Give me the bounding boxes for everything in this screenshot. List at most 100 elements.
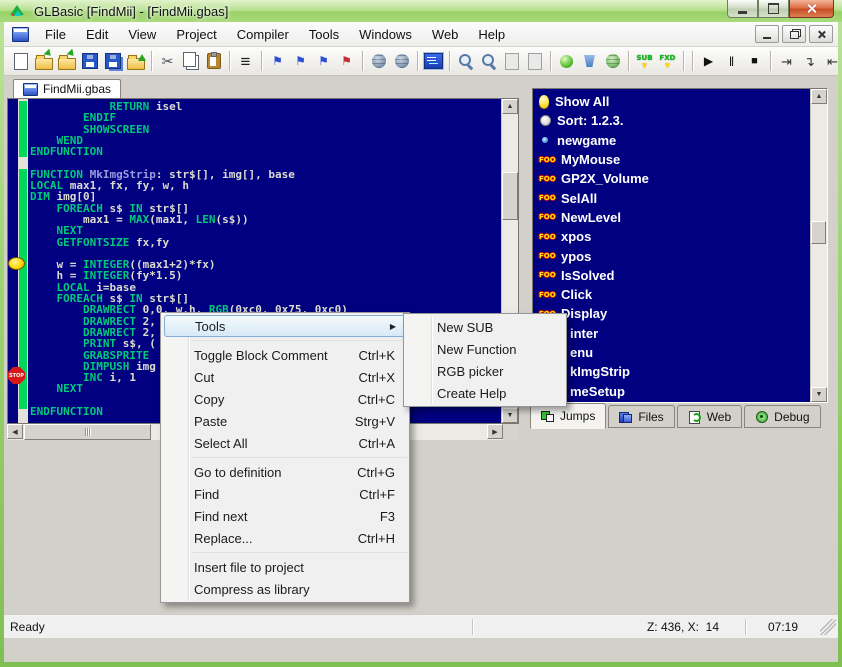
bookmark-marker[interactable] — [8, 257, 25, 270]
cut-button[interactable]: ✂ — [156, 49, 179, 73]
save-button[interactable] — [78, 49, 101, 73]
scroll-down-icon[interactable]: ▼ — [502, 408, 518, 423]
step-into-button[interactable]: ⇥ — [775, 49, 798, 73]
menu-view[interactable]: View — [118, 22, 166, 46]
jump-list-item-mesetup[interactable]: meSetup — [533, 381, 810, 400]
submenu-item-new-sub[interactable]: New SUB — [404, 316, 566, 338]
hscroll-thumb[interactable] — [24, 424, 151, 440]
save-all-button[interactable] — [101, 49, 124, 73]
close-button[interactable] — [789, 0, 834, 18]
goto-function-button[interactable]: FXD▼ — [656, 49, 679, 73]
jumps-scroll-track[interactable] — [811, 104, 827, 387]
open-project-button[interactable] — [55, 49, 78, 73]
jumps-vscrollbar[interactable]: ▲ ▼ — [810, 89, 827, 402]
menu-compiler[interactable]: Compiler — [227, 22, 299, 46]
menu-edit[interactable]: Edit — [76, 22, 118, 46]
context-menu-item-tools[interactable]: Tools▶ — [164, 315, 406, 337]
menu-windows[interactable]: Windows — [349, 22, 422, 46]
bookmark-toggle-button[interactable]: ⚑ — [266, 49, 289, 73]
mdi-minimize-button[interactable] — [755, 25, 779, 43]
context-menu-item-find-next[interactable]: Find nextF3 — [161, 505, 409, 527]
scroll-left-icon[interactable]: ◀ — [7, 424, 23, 439]
goto-sub-button[interactable]: SUB▼ — [633, 49, 656, 73]
menu-file[interactable]: File — [35, 22, 76, 46]
mdi-close-button[interactable] — [809, 25, 833, 43]
vscroll-thumb[interactable] — [502, 172, 518, 220]
bookmark-next-button[interactable]: ⚑ — [289, 49, 312, 73]
bookmark-toggle-icon: ⚑ — [272, 55, 283, 67]
jumps-scroll-thumb[interactable] — [811, 221, 826, 244]
menu-project[interactable]: Project — [166, 22, 226, 46]
jump-list-item-selall[interactable]: FOOSelAll — [533, 188, 810, 207]
jump-list-item-newgame[interactable]: newgame — [533, 131, 810, 150]
scroll-down-icon[interactable]: ▼ — [811, 387, 827, 402]
step-over-button[interactable]: ↴ — [798, 49, 821, 73]
jump-list-item-sort-1-2-3[interactable]: Sort: 1.2.3. — [533, 111, 810, 130]
help-globe-button[interactable] — [367, 49, 390, 73]
context-menu-item-select-all[interactable]: Select AllCtrl+A — [161, 432, 409, 454]
resize-grip[interactable] — [820, 619, 836, 635]
submenu-item-rgb-picker[interactable]: RGB picker — [404, 360, 566, 382]
export-file-button[interactable] — [124, 49, 147, 73]
edit-replace-button[interactable] — [523, 49, 546, 73]
build-web-button[interactable] — [601, 49, 624, 73]
jump-list-item-display[interactable]: FOODisplay — [533, 304, 810, 323]
minimize-button[interactable] — [727, 0, 758, 18]
maximize-button[interactable] — [758, 0, 789, 18]
run-button[interactable]: ▶ — [697, 49, 720, 73]
copy-button[interactable] — [179, 49, 202, 73]
step-out-button[interactable]: ⇤ — [821, 49, 838, 73]
menu-tools[interactable]: Tools — [299, 22, 349, 46]
context-menu-item-toggle-block-comment[interactable]: Toggle Block CommentCtrl+K — [161, 344, 409, 366]
find-next-button[interactable] — [477, 49, 500, 73]
pause-button[interactable]: ‖ — [720, 49, 743, 73]
title-bar[interactable]: GLBasic [FindMii] - [FindMii.gbas] — [0, 0, 842, 22]
find-button[interactable] — [454, 49, 477, 73]
jump-list-item-xpos[interactable]: FOOxpos — [533, 227, 810, 246]
jump-list-item-issolved[interactable]: FOOIsSolved — [533, 266, 810, 285]
panel-tab-debug[interactable]: Debug — [744, 405, 820, 428]
jump-list-item-ypos[interactable]: FOOypos — [533, 246, 810, 265]
stop-button[interactable]: ■ — [743, 49, 766, 73]
context-menu-item-cut[interactable]: CutCtrl+X — [161, 366, 409, 388]
open-file-button[interactable] — [32, 49, 55, 73]
replace-button[interactable] — [500, 49, 523, 73]
scroll-right-icon[interactable]: ▶ — [487, 424, 503, 439]
jump-list-item-kimgstrip[interactable]: kImgStrip — [533, 362, 810, 381]
scroll-up-icon[interactable]: ▲ — [502, 99, 518, 114]
paste-button[interactable] — [202, 49, 225, 73]
build-button[interactable] — [578, 49, 601, 73]
panel-tab-web[interactable]: Web — [677, 405, 742, 428]
run-icon: ▶ — [704, 55, 713, 67]
bookmark-prev-button[interactable]: ⚑ — [312, 49, 335, 73]
context-menu-item-copy[interactable]: CopyCtrl+C — [161, 388, 409, 410]
context-menu-item-compress-as-library[interactable]: Compress as library — [161, 578, 409, 600]
menu-web[interactable]: Web — [422, 22, 469, 46]
panel-tab-files[interactable]: Files — [608, 405, 674, 428]
submenu-item-create-help[interactable]: Create Help — [404, 382, 566, 404]
mdi-restore-button[interactable] — [782, 25, 806, 43]
editor-tab[interactable]: FindMii.gbas — [13, 79, 121, 98]
output-console-button[interactable] — [422, 49, 445, 73]
submenu-item-new-function[interactable]: New Function — [404, 338, 566, 360]
scroll-up-icon[interactable]: ▲ — [811, 89, 827, 104]
web-globe-button[interactable] — [390, 49, 413, 73]
bookmark-clear-button[interactable]: ⚑ — [335, 49, 358, 73]
jump-list-item-mymouse[interactable]: FOOMyMouse — [533, 150, 810, 169]
document-window-icon[interactable] — [12, 27, 29, 42]
jump-list-item-newlevel[interactable]: FOONewLevel — [533, 208, 810, 227]
context-menu-item-find[interactable]: FindCtrl+F — [161, 483, 409, 505]
new-file-button[interactable] — [9, 49, 32, 73]
menu-help[interactable]: Help — [468, 22, 515, 46]
jump-list-item-show-all[interactable]: Show All — [533, 92, 810, 111]
context-menu-item-go-to-definition[interactable]: Go to definitionCtrl+G — [161, 461, 409, 483]
context-menu-item-replace[interactable]: Replace...Ctrl+H — [161, 527, 409, 549]
compile-button[interactable] — [555, 49, 578, 73]
context-menu-item-paste[interactable]: PasteStrg+V — [161, 410, 409, 432]
format-lines-button[interactable]: ≡ — [234, 49, 257, 73]
jump-list-item-gp2x-volume[interactable]: FOOGP2X_Volume — [533, 169, 810, 188]
jump-list-item-inter[interactable]: inter — [533, 324, 810, 343]
jump-list-item-click[interactable]: FOOClick — [533, 285, 810, 304]
jump-list-item-enu[interactable]: enu — [533, 343, 810, 362]
context-menu-item-insert-file-to-project[interactable]: Insert file to project — [161, 556, 409, 578]
